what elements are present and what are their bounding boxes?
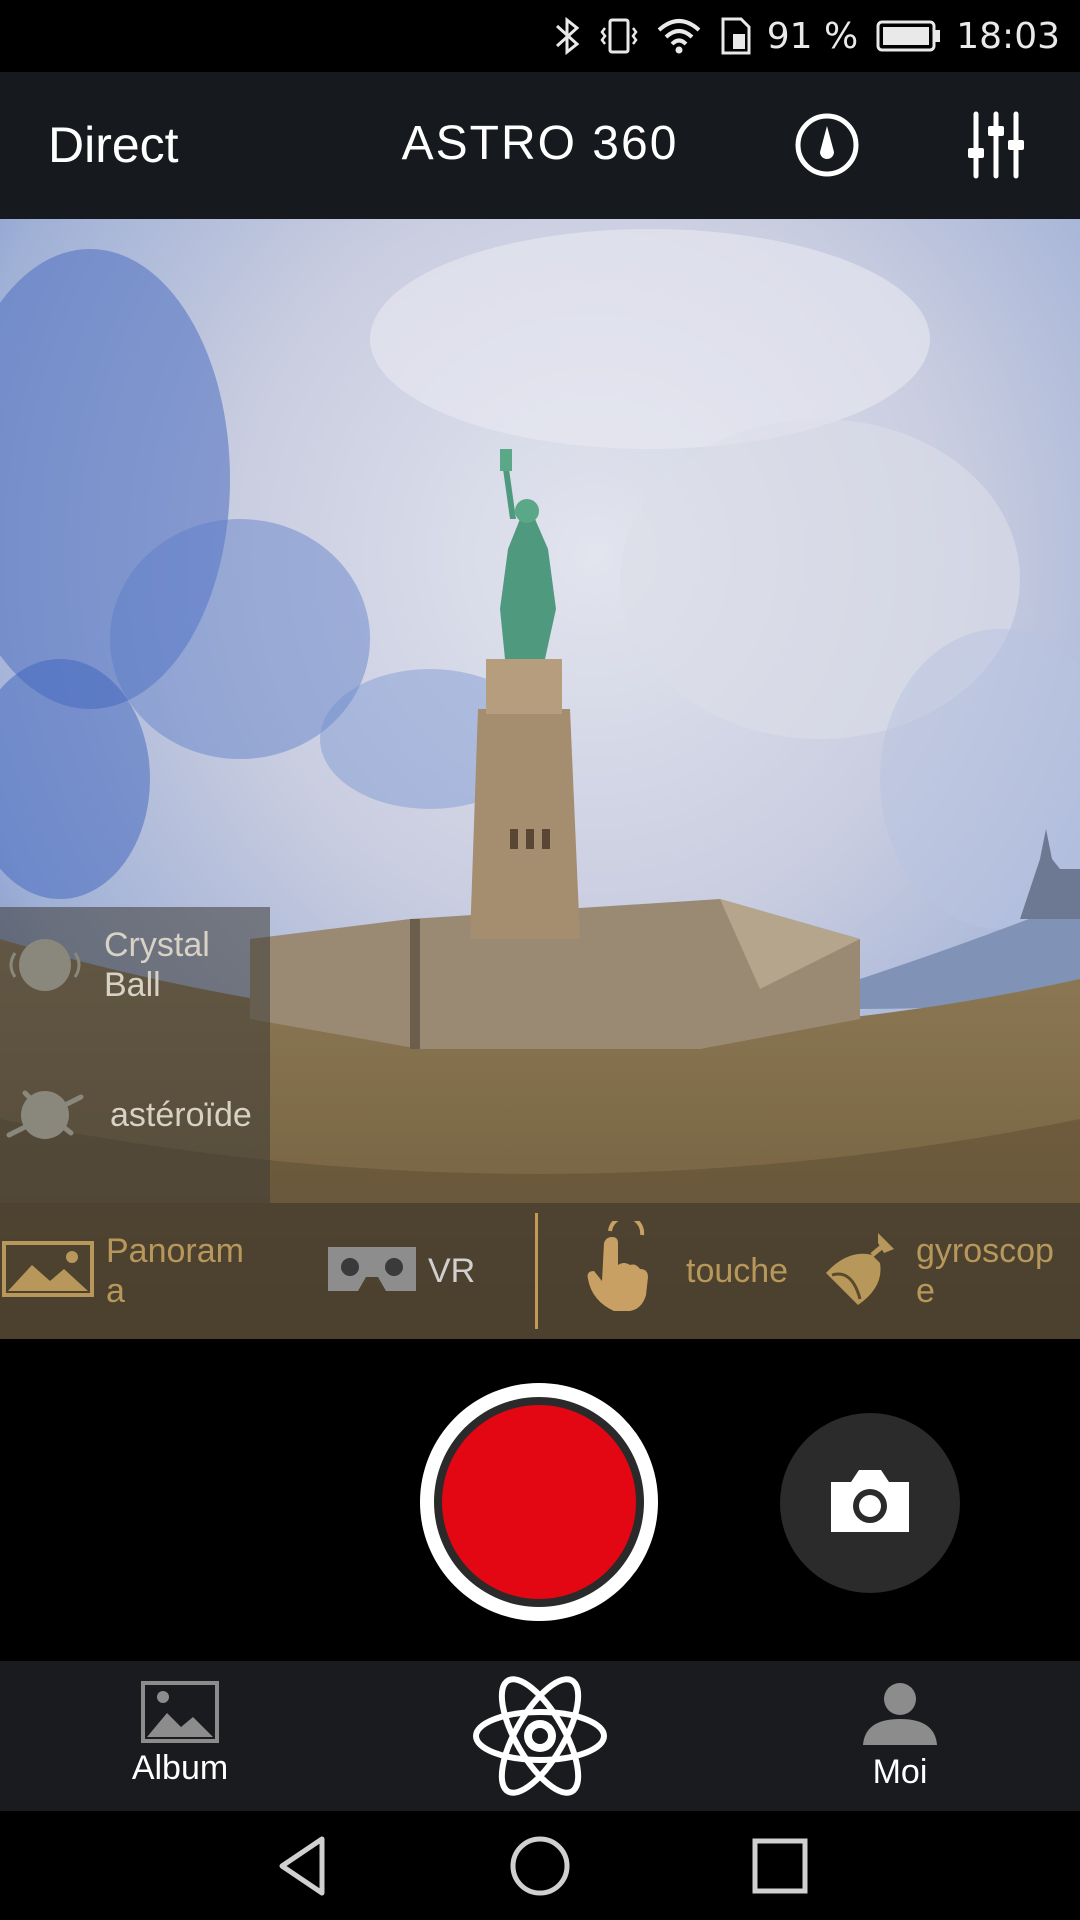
atom-eye-icon bbox=[473, 1676, 607, 1796]
strip-divider bbox=[535, 1213, 538, 1329]
clock: 18:03 bbox=[956, 15, 1060, 57]
control-vr-label: VR bbox=[428, 1252, 476, 1290]
touch-hand-icon bbox=[580, 1214, 656, 1322]
compass-icon[interactable] bbox=[794, 112, 860, 178]
battery-percent: 91 % bbox=[766, 15, 859, 57]
asteroid-icon bbox=[0, 1075, 90, 1155]
vr-headset-icon bbox=[326, 1241, 418, 1302]
capture-controls bbox=[0, 1339, 1080, 1661]
album-icon bbox=[141, 1681, 219, 1743]
top-app-bar: Direct ASTRO 360 bbox=[0, 72, 1080, 219]
camera-icon bbox=[827, 1468, 913, 1539]
nav-live[interactable] bbox=[470, 1661, 610, 1811]
mode-crystal-ball-label: Crystal Ball bbox=[104, 926, 210, 1004]
control-touch[interactable]: touche bbox=[580, 1203, 788, 1339]
vibrate-icon bbox=[599, 16, 639, 56]
crystal-ball-icon bbox=[0, 925, 90, 1005]
recents-icon[interactable] bbox=[747, 1833, 813, 1899]
user-icon bbox=[863, 1683, 937, 1745]
home-icon[interactable] bbox=[507, 1833, 573, 1899]
control-touch-label: touche bbox=[686, 1252, 789, 1290]
control-vr[interactable]: VR bbox=[326, 1203, 475, 1339]
panorama-viewer[interactable]: Crystal Ball astéroïde Panoram a VR touc… bbox=[0, 219, 1080, 1339]
battery-icon bbox=[876, 19, 942, 53]
panorama-icon bbox=[2, 1240, 94, 1302]
control-panorama[interactable]: Panoram a bbox=[2, 1203, 244, 1339]
gyroscope-icon bbox=[822, 1229, 902, 1314]
control-gyroscope[interactable]: gyroscop e bbox=[822, 1203, 1054, 1339]
control-gyroscope-label: gyroscop e bbox=[916, 1232, 1054, 1310]
sim-icon bbox=[719, 16, 753, 56]
take-photo-button[interactable] bbox=[780, 1413, 960, 1593]
bluetooth-icon bbox=[555, 16, 581, 56]
mode-crystal-ball[interactable]: Crystal Ball bbox=[0, 925, 270, 1005]
record-button[interactable] bbox=[420, 1383, 658, 1621]
wifi-icon bbox=[657, 18, 701, 54]
system-navigation-bar bbox=[0, 1811, 1080, 1920]
bottom-navigation: Album Moi bbox=[0, 1661, 1080, 1811]
view-mode-panel: Crystal Ball astéroïde bbox=[0, 907, 270, 1203]
view-control-strip: Panoram a VR touche gyroscop e bbox=[0, 1203, 1080, 1339]
tune-sliders-icon[interactable] bbox=[966, 110, 1026, 180]
mode-asteroid[interactable]: astéroïde bbox=[0, 1075, 270, 1155]
nav-album[interactable]: Album bbox=[100, 1661, 260, 1811]
camera-name-title: ASTRO 360 bbox=[401, 117, 679, 170]
nav-album-label: Album bbox=[131, 1749, 229, 1787]
back-icon[interactable] bbox=[270, 1833, 336, 1899]
nav-me-label: Moi bbox=[872, 1753, 928, 1791]
nav-me[interactable]: Moi bbox=[820, 1661, 980, 1811]
record-icon bbox=[442, 1405, 636, 1599]
control-panorama-label: Panoram a bbox=[106, 1232, 244, 1310]
status-bar: 91 % 18:03 bbox=[0, 0, 1080, 72]
record-ring bbox=[434, 1397, 644, 1607]
mode-asteroid-label: astéroïde bbox=[110, 1096, 252, 1134]
